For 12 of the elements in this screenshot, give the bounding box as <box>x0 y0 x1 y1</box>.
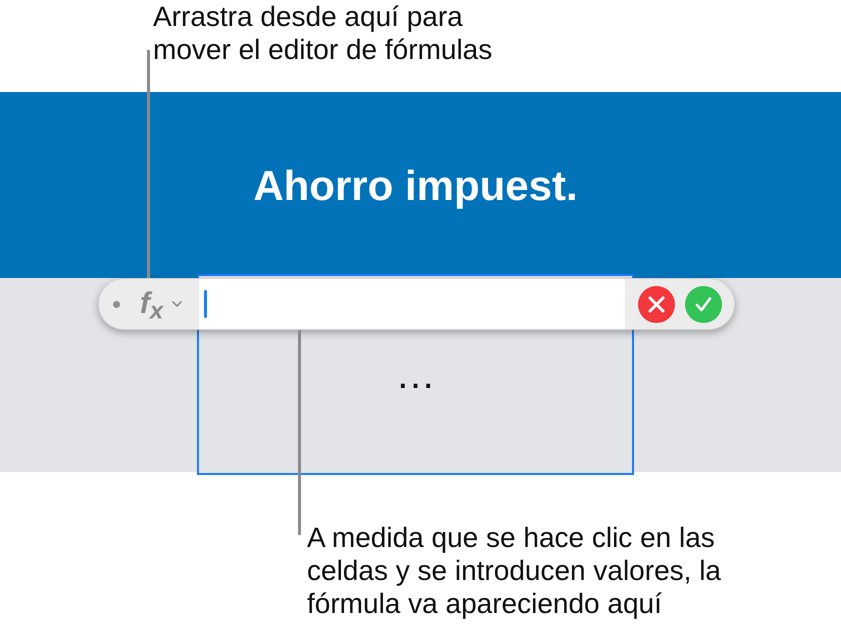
check-icon <box>695 296 712 312</box>
callout-text: Arrastra desde aquí para mover el editor de fórmulas <box>153 0 492 66</box>
drag-handle-icon[interactable] <box>113 300 120 308</box>
callout-text: A medida que se hace clic en las celdas y se introducen valores, la fórmula va apareciendo aquí <box>307 521 721 620</box>
cell-value: … <box>396 355 436 395</box>
text-cursor-icon <box>204 290 207 318</box>
cross-icon <box>648 296 665 312</box>
cancel-button[interactable] <box>638 286 675 322</box>
chevron-down-icon <box>172 301 182 307</box>
header-title: Ahorro impuest. <box>252 161 579 210</box>
formula-input-field[interactable] <box>199 279 625 329</box>
confirm-button[interactable] <box>685 286 722 322</box>
